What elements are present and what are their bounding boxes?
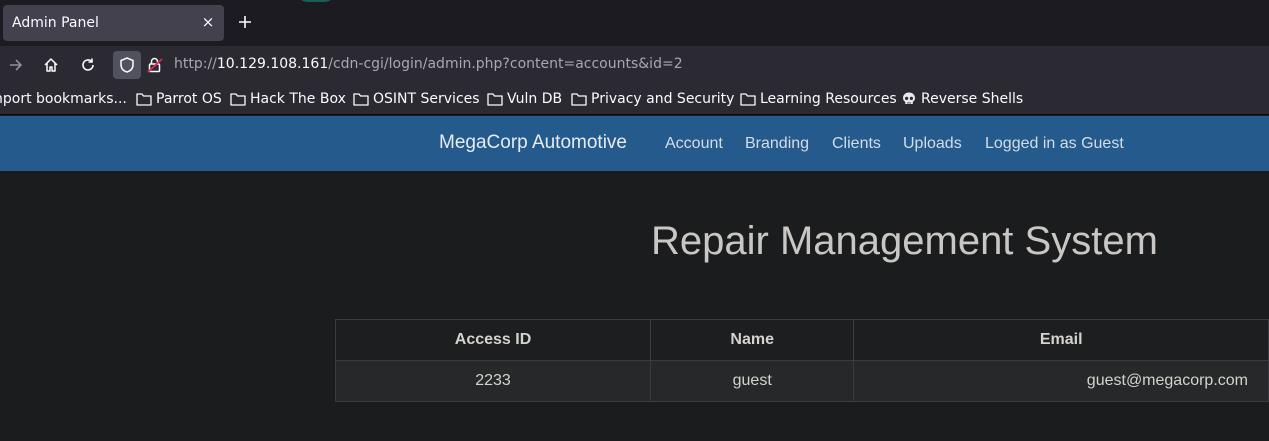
- cell-name: guest: [650, 360, 855, 402]
- forward-icon[interactable]: [7, 56, 25, 74]
- shield-icon: [120, 57, 134, 73]
- nav-link-logged-in-user[interactable]: Logged in as Guest: [985, 135, 1124, 153]
- nav-link-account[interactable]: Account: [665, 135, 723, 153]
- insecure-lock-icon[interactable]: [146, 56, 164, 74]
- bookmark-label: Parrot OS: [156, 91, 222, 107]
- bookmark-reverse-shells[interactable]: Reverse Shells: [901, 91, 1023, 107]
- folder-icon: [740, 93, 756, 106]
- page-title: Repair Management System: [651, 219, 1158, 263]
- bookmark-vuln-db[interactable]: Vuln DB: [487, 91, 562, 107]
- bookmark-label: Learning Resources: [760, 91, 897, 107]
- close-icon[interactable]: ×: [200, 14, 216, 30]
- accounts-table: Access ID Name Email 2233 guest guest@me…: [334, 319, 1269, 402]
- cell-email: guest@megacorp.com: [853, 360, 1269, 402]
- tab-strip: Admin Panel ×: [0, 0, 1269, 46]
- nav-link-branding[interactable]: Branding: [745, 135, 809, 153]
- folder-icon: [571, 93, 587, 106]
- nav-link-uploads[interactable]: Uploads: [903, 135, 962, 153]
- bookmark-label: Reverse Shells: [921, 91, 1024, 107]
- table-header-row: Access ID Name Email: [334, 319, 1269, 361]
- bookmark-label: Vuln DB: [507, 91, 563, 107]
- reload-icon[interactable]: [79, 56, 97, 74]
- bookmark-hack-the-box[interactable]: Hack The Box: [230, 91, 346, 107]
- folder-icon: [487, 93, 503, 106]
- bookmark-label: OSINT Services: [373, 91, 480, 107]
- skull-icon: [903, 92, 915, 104]
- tab-title: Admin Panel: [12, 15, 99, 31]
- url-scheme: http://: [174, 56, 217, 72]
- bookmark-import[interactable]: nport bookmarks...: [0, 91, 127, 107]
- bookmark-learning-resources[interactable]: Learning Resources: [740, 91, 897, 107]
- url-host: 10.129.108.161: [216, 56, 329, 72]
- bookmarks-toolbar: nport bookmarks... Parrot OS Hack The Bo…: [0, 83, 1269, 115]
- url-bar[interactable]: http://10.129.108.161/cdn-cgi/login/admi…: [174, 56, 683, 72]
- navigation-toolbar: http://10.129.108.161/cdn-cgi/login/admi…: [0, 46, 1269, 83]
- tab-admin-panel[interactable]: Admin Panel ×: [3, 5, 224, 41]
- folder-icon: [230, 93, 246, 106]
- bookmark-label: Privacy and Security: [591, 91, 735, 107]
- site-brand[interactable]: MegaCorp Automotive: [439, 132, 627, 154]
- tracking-protection-button[interactable]: [113, 51, 141, 79]
- site-navbar: MegaCorp Automotive Account Branding Cli…: [0, 116, 1269, 171]
- table-row: 2233 guest guest@megacorp.com: [334, 360, 1269, 402]
- url-path: /cdn-cgi/login/admin.php?content=account…: [328, 56, 683, 72]
- bookmark-label: nport bookmarks...: [0, 91, 127, 107]
- folder-icon: [136, 93, 152, 106]
- bookmark-osint-services[interactable]: OSINT Services: [353, 91, 480, 107]
- nav-link-clients[interactable]: Clients: [832, 135, 881, 153]
- cell-access-id: 2233: [334, 360, 652, 402]
- column-header-access-id: Access ID: [334, 319, 652, 361]
- bookmark-label: Hack The Box: [250, 91, 346, 107]
- column-header-email: Email: [853, 319, 1269, 361]
- bookmark-privacy-and-security[interactable]: Privacy and Security: [571, 91, 734, 107]
- page-content: Repair Management System Access ID Name …: [0, 171, 1269, 441]
- home-icon[interactable]: [42, 56, 60, 74]
- column-header-name: Name: [650, 319, 855, 361]
- folder-icon: [353, 93, 369, 106]
- bookmark-parrot-os[interactable]: Parrot OS: [136, 91, 222, 107]
- profile-indicator: [296, 0, 336, 2]
- plus-icon[interactable]: [236, 13, 254, 31]
